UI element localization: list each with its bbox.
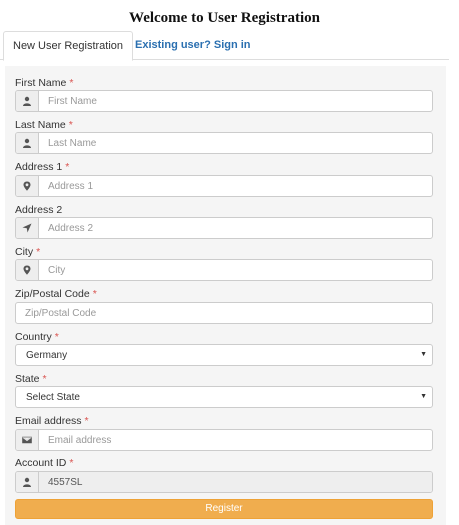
chevron-down-icon: ▼ bbox=[420, 393, 427, 400]
city-label: City * bbox=[15, 246, 41, 258]
required-marker: * bbox=[36, 246, 41, 258]
last-name-group bbox=[15, 132, 433, 154]
country-label: Country * bbox=[15, 331, 59, 343]
chevron-down-icon: ▼ bbox=[420, 351, 427, 358]
required-marker: * bbox=[69, 77, 74, 89]
account-id-input bbox=[39, 472, 432, 492]
required-marker: * bbox=[84, 415, 89, 427]
country-select[interactable]: Germany ▼ bbox=[15, 344, 433, 366]
user-icon bbox=[16, 133, 39, 153]
required-marker: * bbox=[92, 288, 97, 300]
tab-bar: New User Registration Existing user? Sig… bbox=[0, 31, 449, 61]
city-group bbox=[15, 259, 433, 281]
address1-label: Address 1 * bbox=[15, 161, 70, 173]
tab-existing-user-signin[interactable]: Existing user? Sign in bbox=[126, 31, 260, 60]
page-title: Welcome to User Registration bbox=[129, 10, 320, 26]
account-id-group bbox=[15, 471, 433, 493]
state-label: State * bbox=[15, 373, 47, 385]
user-icon bbox=[16, 91, 39, 111]
state-selected-value: Select State bbox=[26, 391, 80, 403]
map-marker-icon bbox=[16, 176, 39, 196]
register-button[interactable]: Register bbox=[15, 499, 433, 519]
address2-label: Address 2 bbox=[15, 204, 63, 216]
email-label: Email address * bbox=[15, 415, 89, 427]
address1-group bbox=[15, 175, 433, 197]
account-id-label: Account ID * bbox=[15, 457, 74, 469]
last-name-label: Last Name * bbox=[15, 119, 73, 131]
envelope-icon bbox=[16, 430, 39, 450]
required-marker: * bbox=[68, 119, 73, 131]
city-input[interactable] bbox=[39, 260, 432, 280]
first-name-label: First Name * bbox=[15, 77, 74, 89]
zip-label: Zip/Postal Code * bbox=[15, 288, 97, 300]
last-name-input[interactable] bbox=[39, 133, 432, 153]
first-name-input[interactable] bbox=[39, 91, 432, 111]
required-marker: * bbox=[42, 373, 47, 385]
required-marker: * bbox=[69, 457, 74, 469]
address2-input[interactable] bbox=[39, 218, 432, 238]
map-marker-icon bbox=[16, 260, 39, 280]
state-select[interactable]: Select State ▼ bbox=[15, 386, 433, 408]
tab-new-user-registration[interactable]: New User Registration bbox=[3, 31, 134, 61]
address2-group bbox=[15, 217, 433, 239]
required-marker: * bbox=[54, 331, 59, 343]
country-selected-value: Germany bbox=[26, 349, 68, 361]
email-input[interactable] bbox=[39, 430, 432, 450]
user-icon bbox=[16, 472, 39, 492]
first-name-group bbox=[15, 90, 433, 112]
location-arrow-icon bbox=[16, 218, 39, 238]
address1-input[interactable] bbox=[39, 176, 432, 196]
zip-input[interactable] bbox=[15, 302, 433, 324]
email-group bbox=[15, 429, 433, 451]
required-marker: * bbox=[65, 161, 70, 173]
